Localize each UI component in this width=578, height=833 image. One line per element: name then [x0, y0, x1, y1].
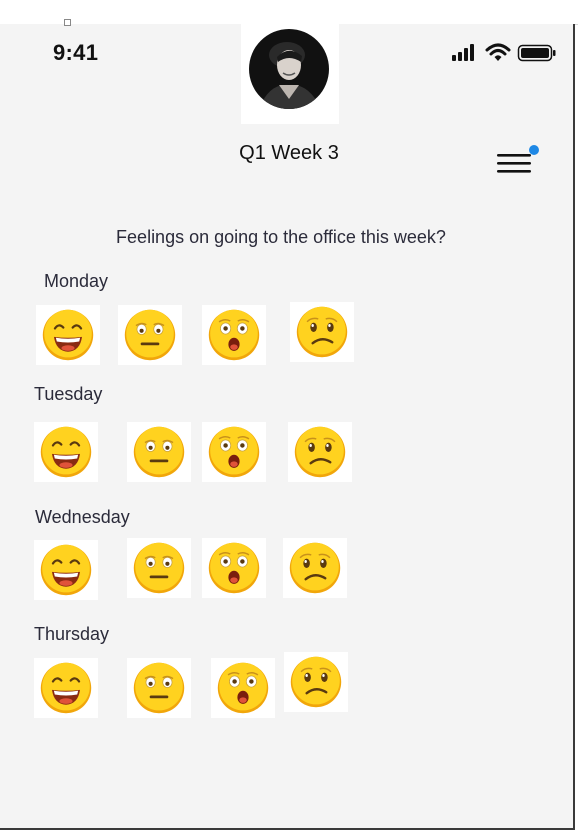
- grinning-face-icon: [40, 662, 92, 714]
- wednesday-neutral-option[interactable]: [127, 538, 191, 598]
- grinning-face-icon: [42, 309, 94, 361]
- monday-neutral-option[interactable]: [118, 305, 182, 365]
- worried-face-icon: [289, 542, 341, 594]
- day-label-monday: Monday: [44, 271, 109, 291]
- neutral-face-icon: [133, 662, 185, 714]
- tuesday-astonished-option[interactable]: [202, 422, 266, 482]
- wednesday-worried-option[interactable]: [283, 538, 347, 598]
- astonished-face-icon: [208, 426, 260, 478]
- page-title: Q1 Week 3: [239, 142, 339, 164]
- monday-astonished-option[interactable]: [202, 305, 266, 365]
- thursday-astonished-option[interactable]: [211, 658, 275, 718]
- wednesday-astonished-option[interactable]: [202, 538, 266, 598]
- avatar-photo: [249, 29, 329, 109]
- profile-avatar[interactable]: [241, 20, 339, 124]
- thursday-grinning-option[interactable]: [34, 658, 98, 718]
- menu-button[interactable]: [494, 144, 540, 178]
- astonished-face-icon: [208, 309, 260, 361]
- resize-handle[interactable]: [64, 19, 71, 26]
- thursday-neutral-option[interactable]: [127, 658, 191, 718]
- survey-question: Feelings on going to the office this wee…: [116, 227, 446, 247]
- status-icons: [452, 43, 556, 63]
- tuesday-grinning-option[interactable]: [34, 422, 98, 482]
- status-time: 9:41: [53, 40, 99, 65]
- astonished-face-icon: [208, 542, 260, 594]
- wednesday-grinning-option[interactable]: [34, 540, 98, 600]
- worried-face-icon: [290, 656, 342, 708]
- monday-worried-option[interactable]: [290, 302, 354, 362]
- tuesday-worried-option[interactable]: [288, 422, 352, 482]
- monday-grinning-option[interactable]: [36, 305, 100, 365]
- neutral-face-icon: [133, 542, 185, 594]
- thursday-worried-option[interactable]: [284, 652, 348, 712]
- tuesday-neutral-option[interactable]: [127, 422, 191, 482]
- wifi-icon: [485, 43, 511, 61]
- day-label-tuesday: Tuesday: [34, 384, 103, 404]
- grinning-face-icon: [40, 426, 92, 478]
- neutral-face-icon: [124, 309, 176, 361]
- battery-icon: [517, 44, 556, 62]
- hamburger-menu-icon: [497, 145, 539, 173]
- day-label-wednesday: Wednesday: [35, 507, 130, 527]
- notification-dot: [529, 145, 539, 155]
- grinning-face-icon: [40, 544, 92, 596]
- worried-face-icon: [294, 426, 346, 478]
- cellular-signal-icon: [452, 44, 474, 61]
- neutral-face-icon: [133, 426, 185, 478]
- day-label-thursday: Thursday: [34, 624, 110, 644]
- worried-face-icon: [296, 306, 348, 358]
- astonished-face-icon: [217, 662, 269, 714]
